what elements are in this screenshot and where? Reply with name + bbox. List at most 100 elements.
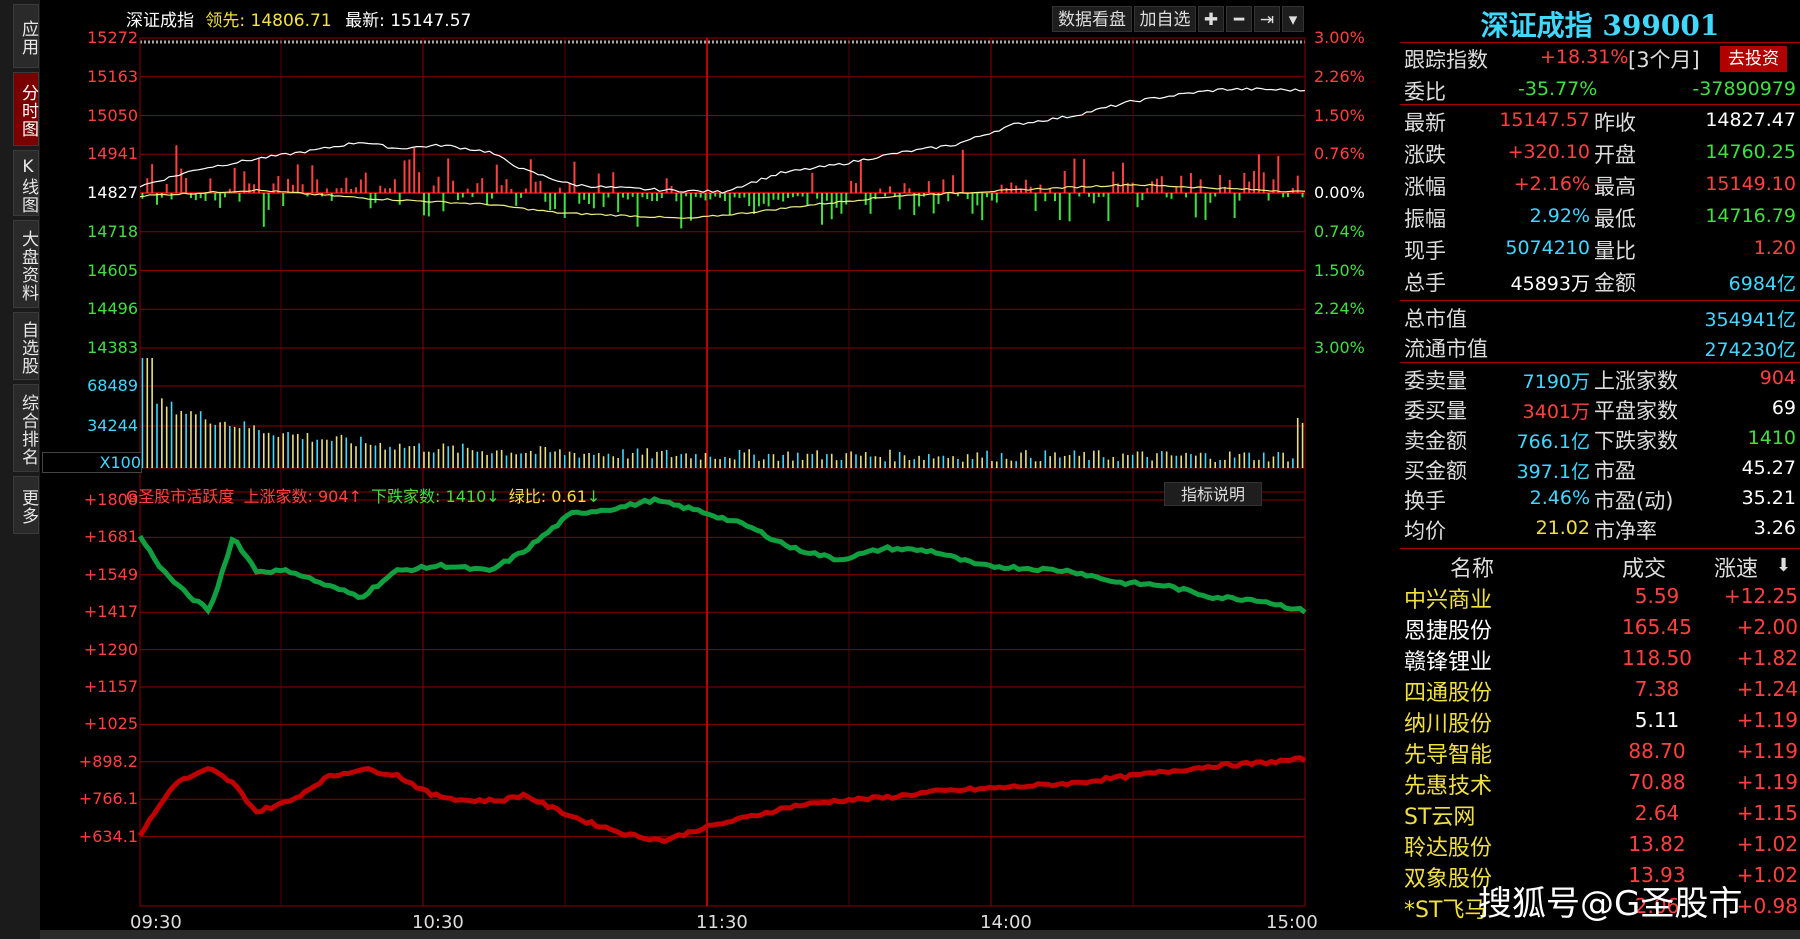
activity-tick-label: +1417 xyxy=(83,602,138,622)
divider xyxy=(1400,104,1800,105)
breadth-row-label: 换手 xyxy=(1404,489,1446,513)
add-watchlist-button[interactable]: 加自选 xyxy=(1134,6,1196,32)
percent-tick-label: 3.00% xyxy=(1314,338,1365,357)
tab-market-info[interactable]: 大盘资料 xyxy=(13,220,39,308)
header-speed[interactable]: 涨速 xyxy=(1714,551,1758,583)
volume-tick-label: 34244 xyxy=(87,416,138,435)
stock-speed: +1.15 xyxy=(1736,801,1798,825)
breadth-row-value-2: 35.21 xyxy=(1741,487,1796,509)
breadth-row-label-2: 下跌家数 xyxy=(1594,429,1678,453)
breadth-row-label: 委卖量 xyxy=(1404,369,1467,393)
stock-row[interactable]: 中兴商业 5.59 +12.25 xyxy=(1404,582,1800,613)
dropdown-icon[interactable]: ▾ xyxy=(1282,6,1304,32)
bottom-tab-strip[interactable] xyxy=(40,930,1800,939)
percent-tick-label: 0.76% xyxy=(1314,144,1365,164)
market-value: 274230亿 xyxy=(1704,339,1796,361)
track-value: +18.31% xyxy=(1540,46,1629,68)
up-count-label: 上涨家数: xyxy=(243,487,313,506)
stock-row[interactable]: 恩捷股份 165.45 +2.00 xyxy=(1404,613,1800,644)
stock-row[interactable]: 聆达股份 13.82 +1.02 xyxy=(1404,830,1800,861)
percent-tick-label: 1.50% xyxy=(1314,105,1365,125)
tab-intraday[interactable]: 分时图 xyxy=(13,72,39,146)
stock-row[interactable]: ST云网 2.64 +1.15 xyxy=(1404,799,1800,830)
tab-apps[interactable]: 应用 xyxy=(13,4,39,68)
stock-name: *ST飞马 xyxy=(1404,898,1487,923)
tab-watchlist[interactable]: 自选股 xyxy=(13,312,39,380)
breadth-row-label: 买金额 xyxy=(1404,459,1467,483)
quote-row-value-2: 14760.25 xyxy=(1705,141,1796,163)
tab-ranking[interactable]: 综合排名 xyxy=(13,384,39,472)
activity-tick-label: +1549 xyxy=(83,564,138,584)
price-tick-label: 15272 xyxy=(87,28,138,47)
breadth-row-value-2: 69 xyxy=(1771,397,1796,419)
quote-row-label: 振幅 xyxy=(1404,207,1446,231)
header-price[interactable]: 成交 xyxy=(1622,551,1666,583)
minus-icon[interactable]: ━ xyxy=(1226,6,1252,32)
lead-label: 领先: xyxy=(205,11,246,31)
breadth-row-value-2: 3.26 xyxy=(1753,517,1796,539)
stock-row[interactable]: 纳川股份 5.11 +1.19 xyxy=(1404,706,1800,737)
header-name[interactable]: 名称 xyxy=(1450,551,1494,583)
intraday-chart[interactable]: 深证成指 领先: 14806.71 最新: 15147.57 数据看盘 加自选 … xyxy=(40,0,1400,939)
stock-row[interactable]: 赣锋锂业 118.50 +1.82 xyxy=(1404,644,1800,675)
average-line xyxy=(139,183,1306,219)
down-count-line xyxy=(137,496,1307,616)
percent-tick-label: 1.50% xyxy=(1314,260,1365,280)
quote-row-label-2: 金额 xyxy=(1594,271,1636,295)
market-value-label: 总市值 xyxy=(1404,307,1467,331)
invest-button[interactable]: 去投资 xyxy=(1720,46,1787,72)
stock-list-header: 名称 成交 涨速 ⬇ xyxy=(1404,551,1800,582)
stock-price: 2.64 xyxy=(1634,801,1680,825)
latest-label: 最新: xyxy=(345,11,385,31)
breadth-row-label-2: 市盈(动) xyxy=(1594,489,1674,513)
stock-name: 先导智能 xyxy=(1404,743,1493,768)
breadth-row-value: 3401万 xyxy=(1522,401,1590,423)
volume-tick-label: 68489 xyxy=(87,376,138,395)
jump-end-icon[interactable]: ⇥ xyxy=(1254,6,1280,32)
stock-name: 赣锋锂业 xyxy=(1404,650,1493,675)
stock-row[interactable]: 四通股份 7.38 +1.24 xyxy=(1404,675,1800,706)
stock-speed: +1.24 xyxy=(1736,677,1798,701)
down-count-value: 1410 xyxy=(445,487,487,506)
tab-intraday-label: 分时图 xyxy=(18,84,38,138)
tab-more[interactable]: 更多 xyxy=(13,476,39,534)
wb-value: -37890979 xyxy=(1692,78,1796,100)
quote-row-label: 涨跌 xyxy=(1404,143,1446,167)
sort-down-icon[interactable]: ⬇ xyxy=(1776,555,1791,576)
tab-ranking-label: 综合排名 xyxy=(18,394,38,466)
left-tab-bar: 应用 分时图 K线图 大盘资料 自选股 综合排名 更多 xyxy=(0,0,40,939)
percent-tick-label: 3.00% xyxy=(1314,28,1365,47)
plus-icon[interactable]: ✚ xyxy=(1198,6,1224,32)
stock-price: 88.70 xyxy=(1628,739,1686,763)
breadth-row-value: 7190万 xyxy=(1522,371,1590,393)
stock-speed: +12.25 xyxy=(1723,584,1798,608)
price-tick-label: 14827 xyxy=(87,183,138,202)
stock-row[interactable]: 先导智能 88.70 +1.19 xyxy=(1404,737,1800,768)
data-view-button[interactable]: 数据看盘 xyxy=(1052,6,1132,32)
quote-row-label: 总手 xyxy=(1404,271,1446,295)
breadth-row-label: 均价 xyxy=(1404,519,1446,543)
activity-title: G圣股市活跃度 xyxy=(126,487,235,506)
quote-row-label: 最新 xyxy=(1404,111,1446,135)
track-label: 跟踪指数 xyxy=(1404,48,1488,72)
track-period[interactable]: [3个月] xyxy=(1628,44,1700,74)
quote-row-value-2: 14827.47 xyxy=(1705,109,1796,131)
panel-title: 深证成指 399001 xyxy=(1480,9,1720,42)
price-tick-label: 14605 xyxy=(87,260,138,280)
divider xyxy=(1400,300,1800,301)
activity-tick-label: +1290 xyxy=(83,639,138,659)
latest-value: 15147.57 xyxy=(390,11,472,31)
chart-header: 深证成指 领先: 14806.71 最新: 15147.57 xyxy=(126,6,471,31)
stock-row[interactable]: 先惠技术 70.88 +1.19 xyxy=(1404,768,1800,799)
stock-speed: +2.00 xyxy=(1736,615,1798,639)
activity-legend: G圣股市活跃度 上涨家数: 904↑ 下跌家数: 1410↓ 绿比: 0.61↓ xyxy=(126,483,600,507)
divider xyxy=(1400,362,1800,363)
tab-kline[interactable]: K线图 xyxy=(13,150,39,216)
chart-canvas[interactable] xyxy=(40,0,1400,939)
breadth-row-value: 766.1亿 xyxy=(1516,431,1590,453)
price-tick-label: 15163 xyxy=(87,66,138,86)
quote-row-label: 现手 xyxy=(1404,239,1446,263)
quote-row-label-2: 最高 xyxy=(1594,175,1636,199)
activity-tick-label: +766.1 xyxy=(78,789,138,809)
indicator-help-button[interactable]: 指标说明 xyxy=(1164,482,1262,506)
